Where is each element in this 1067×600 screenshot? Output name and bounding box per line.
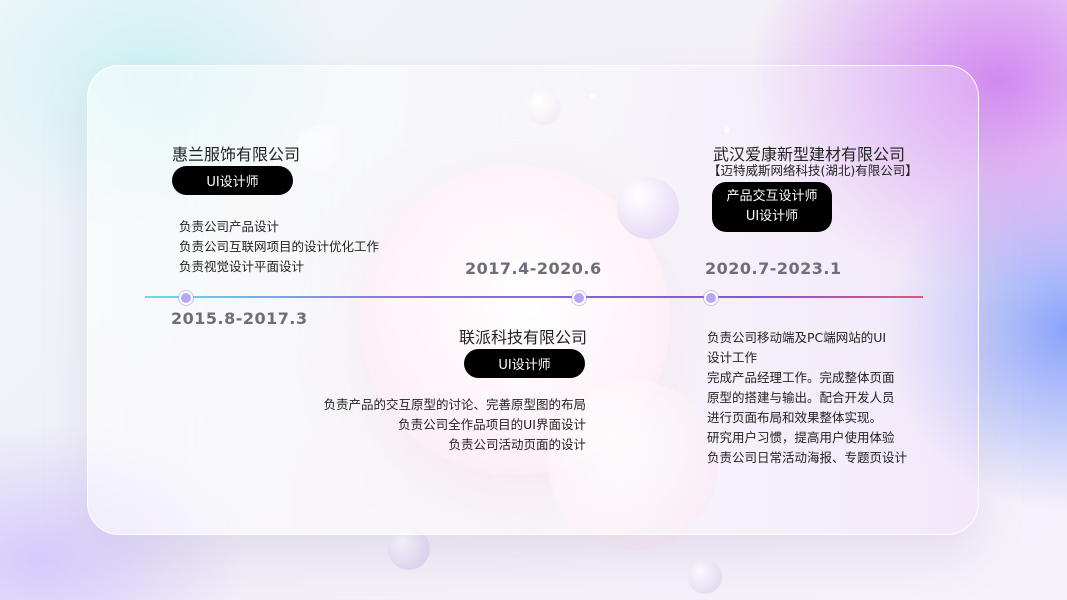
duties-list-3: 负责公司移动端及PC端网站的UI 设计工作 完成产品经理工作。完成整体页面 原型… bbox=[707, 328, 907, 468]
duty-item: 负责公司互联网项目的设计优化工作 bbox=[179, 239, 380, 254]
company-name-2: 联派科技有限公司 bbox=[459, 328, 588, 347]
duty-item: 原型的搭建与输出。配合开发人员 bbox=[707, 390, 895, 405]
role-label: 产品交互设计师 bbox=[726, 189, 818, 204]
duty-item: 负责公司活动页面的设计 bbox=[448, 437, 586, 452]
duty-item: 研究用户习惯，提高用户使用体验 bbox=[707, 430, 895, 445]
duty-item: 完成产品经理工作。完成整体页面 bbox=[707, 370, 895, 385]
duty-item: 负责公司全作品项目的UI界面设计 bbox=[398, 417, 586, 432]
period-3: 2020.7-2023.1 bbox=[705, 259, 842, 278]
timeline-node-3 bbox=[704, 291, 718, 305]
duty-item: 设计工作 bbox=[707, 350, 758, 365]
duty-item: 负责公司移动端及PC端网站的UI bbox=[707, 330, 887, 345]
duty-item: 负责产品的交互原型的讨论、完善原型图的布局 bbox=[323, 397, 586, 412]
role-badge-2: UI设计师 bbox=[464, 349, 585, 378]
period-2: 2017.4-2020.6 bbox=[465, 259, 602, 278]
duty-item: 负责公司日常活动海报、专题页设计 bbox=[707, 450, 908, 465]
period-1: 2015.8-2017.3 bbox=[171, 309, 308, 328]
duty-item: 进行页面布局和效果整体实现。 bbox=[707, 410, 883, 425]
decorative-bubble bbox=[688, 560, 722, 594]
role-label: UI设计师 bbox=[745, 209, 799, 224]
timeline-node-1 bbox=[179, 291, 193, 305]
duty-item: 负责视觉设计平面设计 bbox=[179, 259, 305, 274]
company-subname-3: 【迈特威斯网络科技(湖北)有限公司】 bbox=[708, 163, 918, 178]
duty-item: 负责公司产品设计 bbox=[179, 219, 280, 234]
role-badge-1: UI设计师 bbox=[172, 166, 293, 195]
timeline-line bbox=[145, 296, 923, 298]
duties-list-1: 负责公司产品设计 负责公司互联网项目的设计优化工作 负责视觉设计平面设计 bbox=[179, 217, 379, 277]
company-name-1: 惠兰服饰有限公司 bbox=[172, 145, 301, 164]
timeline-node-2 bbox=[572, 291, 586, 305]
duties-list-2: 负责产品的交互原型的讨论、完善原型图的布局 负责公司全作品项目的UI界面设计 负… bbox=[323, 395, 586, 455]
role-badge-3: 产品交互设计师 UI设计师 bbox=[712, 182, 832, 232]
decorative-bubble bbox=[617, 177, 679, 239]
